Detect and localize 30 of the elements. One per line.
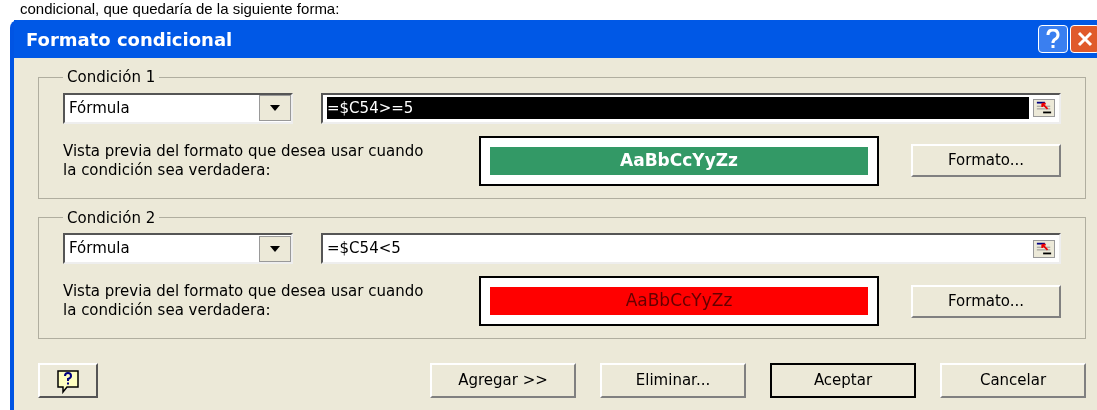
dropdown-value: Fórmula <box>68 97 131 119</box>
preview-sample-text: AaBbCcYyZz <box>620 148 738 172</box>
preview-sample-text: AaBbCcYyZz <box>625 289 733 313</box>
dialog-button[interactable]: Cancelar <box>940 363 1086 398</box>
dropdown-value: Fórmula <box>68 238 131 260</box>
formula-field[interactable]: =$C54<5 <box>321 233 1061 264</box>
formula-field[interactable]: =$C54>=5 <box>321 92 1061 124</box>
help-button[interactable] <box>38 363 98 398</box>
formula-text: =$C54>=5 <box>327 97 414 119</box>
help-title-button[interactable] <box>1038 25 1068 53</box>
dialog-button[interactable]: Agregar >> <box>430 363 576 398</box>
close-icon <box>1077 31 1093 47</box>
preview-description: Vista previa del formato que desea usar cuando la condición sea verdadera: <box>63 141 425 180</box>
range-picker-icon[interactable] <box>1033 99 1055 117</box>
window-title: Formato condicional <box>26 27 234 52</box>
question-icon <box>1046 29 1060 49</box>
dialog-button[interactable]: Aceptar <box>770 363 916 398</box>
condition-type-dropdown[interactable]: Fórmula <box>63 233 293 264</box>
dialog-button[interactable]: Eliminar... <box>600 363 746 398</box>
group-label: Condición 1 <box>66 67 157 88</box>
formula-text: =$C54<5 <box>327 238 401 260</box>
caption-text: condicional, que quedaría de la siguiente forma: <box>20 0 341 18</box>
preview-description: Vista previa del formato que desea usar cuando la condición sea verdadera: <box>63 282 425 320</box>
format-button[interactable]: Formato... <box>911 144 1061 177</box>
help-icon <box>55 367 81 394</box>
close-button[interactable] <box>1070 25 1097 53</box>
range-picker-icon[interactable] <box>1033 239 1055 258</box>
condition-type-dropdown[interactable]: Fórmula <box>63 92 293 124</box>
format-button[interactable]: Formato... <box>911 284 1061 318</box>
group-label: Condición 2 <box>66 207 157 229</box>
